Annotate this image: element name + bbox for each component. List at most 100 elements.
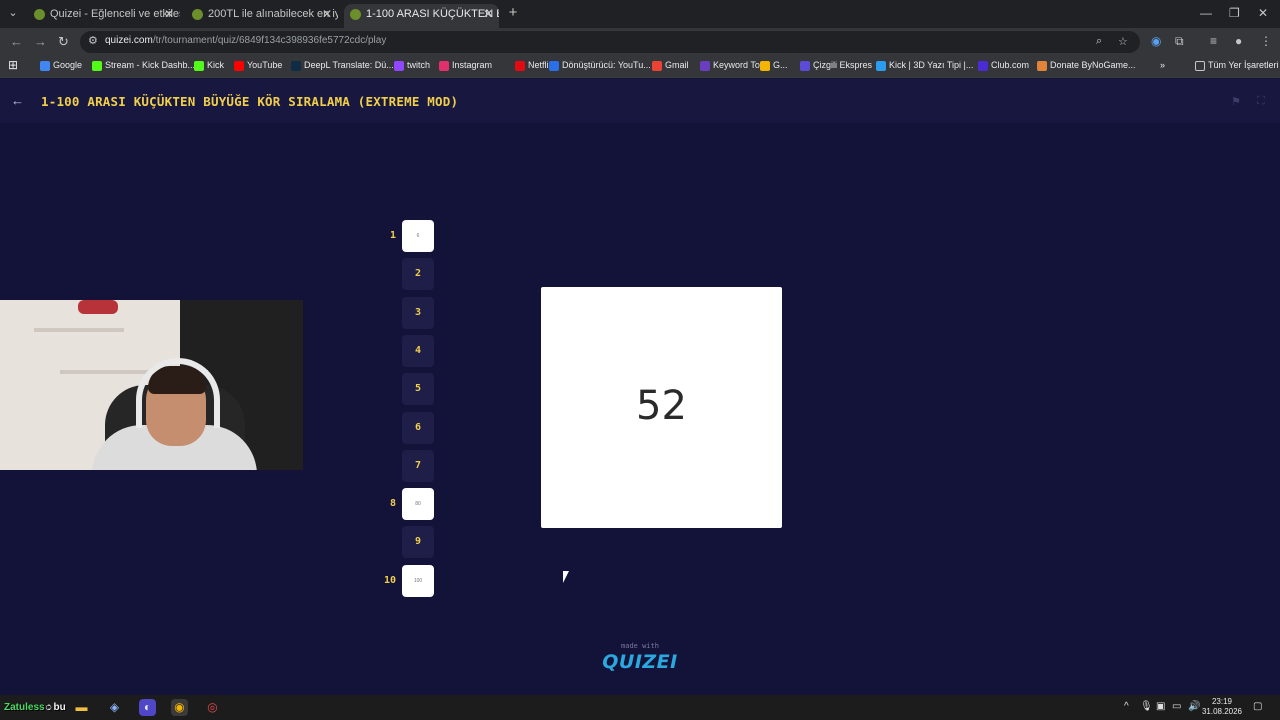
tray-chevron-icon[interactable]: ^ (1124, 701, 1129, 712)
empty-slot[interactable]: 9 (402, 526, 434, 559)
file-explorer-icon[interactable]: ▬ (73, 699, 90, 716)
flag-icon[interactable]: ⚑ (1231, 95, 1241, 108)
close-tab-icon[interactable]: ✕ (322, 4, 332, 24)
bookmarks-overflow-icon[interactable]: » (1160, 60, 1165, 70)
tab-favicon-icon (192, 9, 203, 20)
quiz-header: ← 1-100 ARASI KÜÇÜKTEN BÜYÜĞE KÖR SIRALA… (0, 79, 1280, 123)
menu-kebab-icon[interactable]: ⋮ (1260, 34, 1272, 48)
close-window-icon[interactable]: ✕ (1258, 6, 1268, 20)
system-clock[interactable]: 23:19 31.08.2026 (1200, 697, 1244, 717)
empty-slot[interactable]: 6 (402, 411, 434, 444)
obs-icon[interactable]: ◎ (204, 699, 221, 716)
bookmark-favicon-icon (652, 61, 662, 71)
url-path: /tr/tournament/quiz/6849f134c398936fe577… (152, 35, 387, 46)
bookmark-item[interactable]: Çizgili Ekspres (800, 60, 872, 71)
notifications-icon[interactable]: ▢ (1253, 701, 1262, 712)
media-control-icon[interactable]: ≡ (1210, 34, 1217, 48)
volume-icon[interactable]: 🔊 (1188, 701, 1200, 712)
bookmark-favicon-icon (800, 61, 810, 71)
bookmark-item[interactable]: Instagram (439, 60, 492, 71)
bookmark-item[interactable]: DeepL Translate: Dü... (291, 60, 394, 71)
bookmark-favicon-icon (439, 61, 449, 71)
empty-slot[interactable]: 5 (402, 373, 434, 406)
current-number: 52 (636, 383, 687, 429)
filled-slot[interactable]: 80 (402, 488, 434, 521)
extensions-puzzle-icon[interactable]: ⧉ (1175, 34, 1184, 49)
tab-favicon-icon (34, 9, 45, 20)
bookmark-item[interactable]: Donate ByNoGame... (1037, 60, 1136, 71)
empty-slot[interactable]: 4 (402, 334, 434, 367)
empty-slot[interactable]: 7 (402, 449, 434, 482)
mouse-cursor-icon (563, 571, 575, 583)
quiz-title: 1-100 ARASI KÜÇÜKTEN BÜYÜĞE KÖR SIRALAMA… (41, 94, 459, 109)
search-icon[interactable]: ○ (40, 699, 57, 716)
tab-favicon-icon (350, 9, 361, 20)
quizei-logo[interactable]: QUIZEI (600, 651, 680, 673)
tab-200tl[interactable]: 200TL ile alınabilecek en iyi şey ✕ (186, 4, 338, 28)
forward-icon[interactable]: → (34, 34, 47, 49)
made-with-label: made with (621, 642, 659, 650)
minimize-icon[interactable]: — (1200, 6, 1212, 20)
all-bookmarks-folder[interactable]: Tüm Yer İşaretleri (1195, 60, 1279, 71)
back-arrow-icon[interactable]: ← (11, 93, 24, 108)
restore-icon[interactable]: ❐ (1229, 6, 1240, 20)
new-tab-button[interactable]: + (504, 4, 522, 22)
bookmark-favicon-icon (515, 61, 525, 71)
bookmark-item[interactable]: twitch (394, 60, 430, 71)
bookmark-favicon-icon (234, 61, 244, 71)
filled-slot[interactable]: 100 (402, 564, 434, 597)
apps-grid-icon[interactable]: ⊞ (8, 58, 18, 72)
bookmark-favicon-icon (549, 61, 559, 71)
bookmark-item[interactable]: Netflix (515, 60, 553, 71)
network-icon[interactable]: ▭ (1172, 701, 1181, 712)
bookmark-item[interactable]: Keyword Tool (700, 60, 767, 71)
tray-app-icon[interactable]: ▣ (1156, 701, 1165, 712)
current-number-card: 52 (541, 287, 782, 528)
tab-search-icon[interactable]: ⌄ (4, 4, 22, 22)
url-host: quizei.com (105, 35, 153, 46)
rank-label: 8 (389, 498, 396, 510)
folder-icon (1195, 61, 1205, 71)
close-tab-icon[interactable]: ✕ (164, 4, 174, 24)
empty-slot[interactable]: 2 (402, 258, 434, 291)
extension-icon[interactable]: ◉ (1151, 34, 1161, 48)
bookmark-favicon-icon (194, 61, 204, 71)
tab-quizei-home[interactable]: Quizei - Eğlenceli ve etkileşimli ✕ (28, 4, 180, 28)
site-info-icon[interactable]: ⚙ (88, 34, 98, 47)
chrome-icon[interactable]: ◉ (171, 699, 188, 716)
tab-bar: ⌄ Quizei - Eğlenceli ve etkileşimli ✕ 20… (0, 0, 1280, 28)
bookmark-item[interactable]: Kick (194, 60, 224, 71)
fullscreen-icon[interactable]: ⛶ (1257, 95, 1265, 108)
webcam-overlay (0, 300, 303, 470)
bookmark-item[interactable]: Dönüştürücü: YouTu... (549, 60, 651, 71)
filled-slot[interactable]: 6 (402, 220, 434, 252)
rank-label: 1 (389, 230, 396, 241)
bookmark-item[interactable]: Club.com (978, 60, 1029, 71)
discord-icon[interactable]: ◐ (139, 699, 156, 716)
bookmark-item[interactable]: Gmail (652, 60, 689, 71)
bookmark-star-icon[interactable]: ☆ (1118, 35, 1128, 48)
mic-icon[interactable]: 🎙 (1140, 701, 1153, 712)
close-tab-icon[interactable]: ✕ (483, 4, 493, 24)
tab-current-quiz[interactable]: 1-100 ARASI KÜÇÜKTEN BÜYÜ ✕ (344, 4, 499, 28)
reload-icon[interactable]: ↻ (58, 34, 69, 50)
bookmark-favicon-icon (1037, 61, 1047, 71)
bookmark-item[interactable]: YouTube (234, 60, 282, 71)
empty-slot[interactable]: 3 (402, 296, 434, 329)
back-icon[interactable]: ← (10, 34, 23, 49)
steam-icon[interactable]: ◈ (106, 699, 123, 716)
zoom-icon[interactable]: ⌕ (1096, 35, 1102, 48)
bookmark-item[interactable]: G... (760, 60, 788, 71)
bookmark-favicon-icon (394, 61, 404, 71)
profile-avatar-icon[interactable]: ● (1235, 34, 1242, 48)
bookmark-favicon-icon (978, 61, 988, 71)
rank-label: 10 (383, 574, 396, 586)
bookmarks-bar: ⊞ Google Stream - Kick Dashb... Kick YouTub… (0, 56, 1280, 78)
taskbar: Zatuless : bu ○ ▬ ◈ ◐ ◉ ◎ ^ 🎙 ▣ ▭ 🔊 23:1… (0, 695, 1280, 720)
address-bar[interactable]: ⚙ quizei.com/tr/tournament/quiz/6849f134… (80, 31, 1140, 53)
bookmark-item[interactable]: Google (40, 60, 82, 71)
bookmark-item[interactable]: Stream - Kick Dashb... (92, 60, 195, 71)
bookmark-favicon-icon (700, 61, 710, 71)
bookmark-favicon-icon (760, 61, 770, 71)
bookmark-item[interactable]: Kick | 3D Yazı Tipi |... (876, 60, 973, 71)
